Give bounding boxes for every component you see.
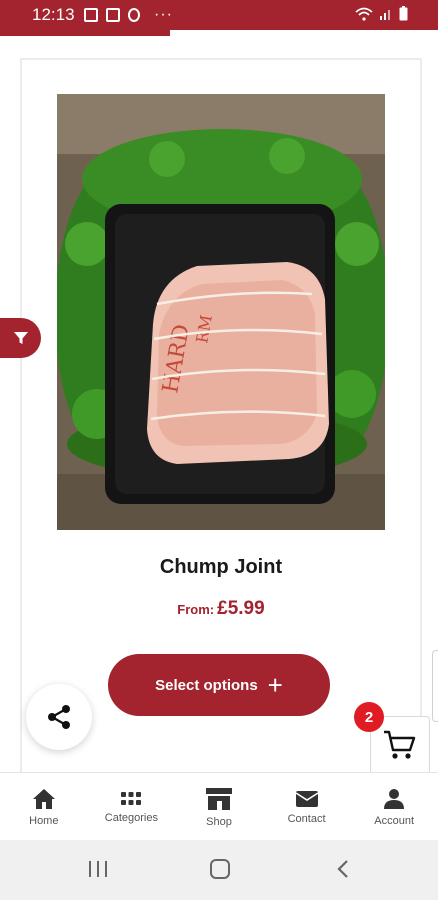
status-time: 12:13 — [32, 5, 75, 24]
notification-icon — [106, 8, 120, 22]
select-options-label: Select options — [155, 676, 258, 694]
share-button[interactable] — [26, 684, 92, 750]
more-notifications-icon: ··· — [154, 6, 173, 23]
opera-icon — [128, 8, 140, 22]
product-name[interactable]: Chump Joint — [22, 556, 420, 579]
system-navigation-bar — [0, 840, 438, 900]
plus-icon: + — [267, 670, 283, 700]
home-icon — [32, 788, 55, 809]
nav-contact[interactable]: Contact — [263, 773, 351, 841]
user-icon — [384, 788, 405, 809]
share-icon — [48, 705, 70, 729]
nav-shop-label: Shop — [206, 815, 232, 828]
product-photo: HARD RM — [57, 94, 385, 530]
wifi-icon — [355, 7, 373, 21]
nav-shop[interactable]: Shop — [175, 773, 263, 841]
nav-categories[interactable]: Categories — [88, 773, 176, 841]
nav-home[interactable]: Home — [0, 773, 88, 841]
nav-home-label: Home — [29, 814, 59, 827]
product-price: £5.99 — [217, 598, 265, 619]
status-bar: 12:13 ··· — [0, 0, 438, 30]
home-system-icon[interactable] — [208, 858, 232, 880]
recent-apps-icon[interactable] — [86, 858, 110, 880]
cart-icon — [384, 730, 416, 759]
cart-count-badge: 2 — [354, 702, 384, 732]
price-row: From: £5.99 — [22, 598, 420, 620]
signal-icon — [380, 10, 390, 20]
nav-account-label: Account — [374, 814, 415, 827]
envelope-icon — [295, 790, 319, 807]
filter-icon — [13, 332, 28, 344]
status-notification-icons: ··· — [84, 6, 173, 24]
gallery-icon — [84, 8, 98, 22]
nav-account[interactable]: Account — [350, 773, 438, 841]
product-image[interactable]: HARD RM — [57, 94, 385, 530]
grid-icon — [121, 791, 142, 805]
side-drawer-handle[interactable] — [432, 650, 438, 722]
price-from-label: From: — [177, 602, 215, 617]
status-system-icons — [355, 6, 408, 21]
battery-icon — [399, 6, 408, 21]
filter-button[interactable] — [0, 318, 41, 358]
nav-categories-label: Categories — [104, 811, 158, 824]
store-icon — [205, 787, 232, 810]
back-icon[interactable] — [332, 858, 356, 880]
bottom-navigation: Home Categories Shop Contact Account — [0, 772, 438, 841]
nav-contact-label: Contact — [287, 812, 326, 825]
select-options-button[interactable]: Select options + — [108, 654, 330, 716]
